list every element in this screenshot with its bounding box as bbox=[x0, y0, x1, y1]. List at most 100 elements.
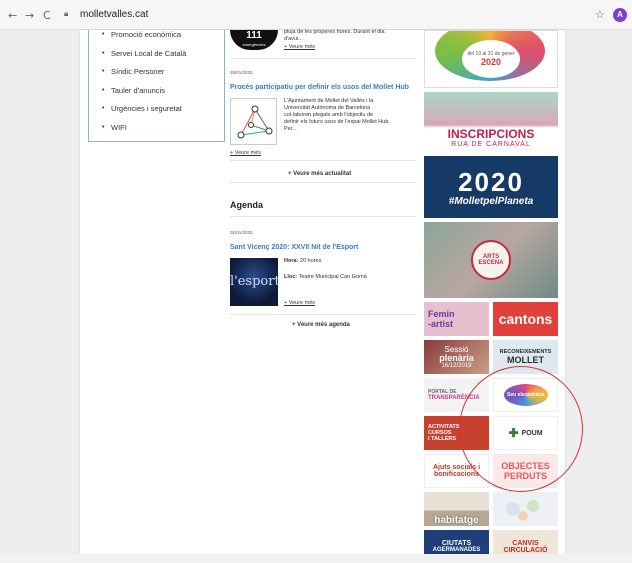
banner-objectes-perduts[interactable]: OBJECTES PERDUTS bbox=[493, 454, 558, 488]
banner-line: Femin bbox=[428, 309, 455, 319]
reload-icon[interactable]: C bbox=[43, 9, 51, 22]
excerpt-line: Universitat Autònoma de Barcelona bbox=[284, 105, 371, 111]
banner-feminartist[interactable]: Femin -artist bbox=[424, 302, 489, 336]
banner-mollet-pel-planeta[interactable]: 2020 #MolletpelPlaneta bbox=[424, 156, 558, 218]
banner-line: CANVIS bbox=[512, 539, 539, 547]
banner-line: I TALLERS bbox=[428, 436, 457, 442]
url-text: molletvalles.cat bbox=[80, 9, 149, 20]
banner-calendar-2020[interactable]: del 10 al 31 de gener 2020 bbox=[424, 30, 558, 88]
banner-seu-electronica[interactable]: Seu electrònica bbox=[493, 378, 558, 412]
sidebar-item-sindic[interactable]: • Síndic Personer bbox=[89, 67, 224, 86]
excerpt-line: Per... bbox=[284, 126, 297, 132]
banner-line: ESCENA bbox=[478, 260, 504, 266]
banner-reconeixements[interactable]: RECONEIXEMENTS MOLLET bbox=[493, 340, 558, 374]
read-more-link[interactable]: + Veure més bbox=[284, 44, 315, 50]
banner-cantons[interactable]: cantons bbox=[493, 302, 558, 336]
bullet-icon: • bbox=[102, 123, 105, 131]
back-icon[interactable]: ← bbox=[8, 9, 17, 22]
mollet-hub-thumbnail[interactable] bbox=[230, 98, 277, 145]
banner-line: Ajuts socials i bbox=[432, 464, 481, 471]
banner-line: OBJECTES bbox=[501, 461, 550, 471]
banner-line: CIUTATS bbox=[441, 540, 472, 547]
address-bar[interactable]: 🔒︎ molletvalles.cat bbox=[60, 6, 608, 25]
banner-activitats[interactable]: ACTIVITATS CURSOS I TALLERS bbox=[424, 416, 489, 450]
banner-line: 2020 bbox=[458, 166, 524, 197]
banner-network-illustration[interactable] bbox=[493, 492, 558, 526]
bullet-icon: • bbox=[102, 105, 105, 112]
banner-line: -artist bbox=[428, 319, 454, 329]
agenda-lloc: Lloc: Teatre Municipal Can Gomà bbox=[284, 274, 367, 281]
sidebar-item-label: WIFI bbox=[111, 122, 127, 132]
read-more-link[interactable]: + Veure més bbox=[230, 150, 261, 156]
banner-line: PERDUTS bbox=[503, 471, 547, 481]
arts-escena-logo: ARTS ESCENA bbox=[471, 240, 511, 280]
agenda-heading: Agenda bbox=[230, 200, 264, 210]
puzzle-icon: ✚ bbox=[508, 426, 519, 440]
more-agenda-button[interactable]: + Veure més agenda bbox=[292, 322, 350, 328]
seu-logo: Seu electrònica bbox=[503, 384, 548, 406]
banner-line: 2020 bbox=[480, 57, 502, 67]
banner-line: TRANSPARÈNCIA bbox=[428, 395, 480, 401]
banner-line: Seu electrònica bbox=[507, 392, 544, 398]
hora-value: 20 hores bbox=[299, 258, 322, 264]
banner-line: RUA DE CARNAVAL bbox=[451, 141, 531, 148]
banner-line: plenària bbox=[439, 352, 474, 363]
hora-label: Hora: bbox=[284, 258, 299, 264]
agenda-thumbnail[interactable]: l'esport bbox=[230, 258, 280, 306]
lloc-value: Teatre Municipal Can Gomà bbox=[298, 274, 367, 280]
people-network-icon bbox=[506, 500, 539, 521]
bullet-icon: • bbox=[102, 31, 105, 38]
emergencies-thumbnail[interactable]: 111 emergències bbox=[230, 30, 278, 50]
excerpt-line: L'Ajuntament de Mollet del Vallès i la bbox=[284, 98, 374, 104]
bullet-icon: • bbox=[102, 86, 105, 94]
page-content: • Promoció econòmica • Servei Local de Cat… bbox=[80, 29, 565, 563]
lock-icon: 🔒︎ bbox=[64, 9, 69, 18]
bullet-icon: • bbox=[102, 68, 105, 75]
excerpt-line: d'avui... bbox=[284, 36, 303, 42]
banner-line: POUM bbox=[521, 429, 543, 437]
sidebar-item-urgencies[interactable]: • Urgències i seguretat bbox=[89, 104, 224, 123]
sidebar-item-label: Síndic Personer bbox=[111, 67, 165, 76]
browser-toolbar: ← → C 🔒︎ molletvalles.cat ☆ A bbox=[0, 0, 632, 30]
excerpt-line: col·laboren plegats amb l'objectiu de bbox=[284, 112, 374, 118]
agenda-title-link[interactable]: Sant Vicenç 2020: XXVII Nit de l'Esport bbox=[230, 244, 358, 251]
forward-icon[interactable]: → bbox=[25, 9, 34, 22]
divider bbox=[230, 160, 416, 161]
divider bbox=[230, 182, 416, 183]
network-diagram-icon bbox=[237, 105, 273, 139]
more-news-button[interactable]: + Veure més actualitat bbox=[288, 171, 351, 177]
sidebar-item-label: Servei Local de Català bbox=[111, 48, 187, 58]
thumb-caption: emergències bbox=[242, 42, 266, 47]
sidebar-item-promocio[interactable]: • Promoció econòmica bbox=[89, 30, 224, 49]
profile-avatar[interactable]: A bbox=[613, 8, 627, 22]
divider bbox=[230, 314, 416, 315]
banner-poum[interactable]: ✚ POUM bbox=[493, 416, 558, 450]
news-excerpt: L'Ajuntament de Mollet del Vallès i la U… bbox=[284, 98, 390, 133]
banner-habitatge[interactable]: habitatge bbox=[424, 492, 489, 526]
lloc-label: Lloc: bbox=[284, 274, 298, 280]
bookmark-star-icon[interactable]: ☆ bbox=[595, 8, 605, 21]
banner-sessio-plenaria[interactable]: Sessió plenària 16/12/2019 bbox=[424, 340, 489, 374]
sidebar-item-label: Urgències i seguretat bbox=[111, 104, 182, 113]
bullet-icon: • bbox=[102, 49, 105, 57]
read-more-link[interactable]: + Veure més bbox=[284, 300, 315, 306]
news-title-link[interactable]: Procés participatiu per definir els usos… bbox=[230, 84, 409, 91]
excerpt-line: definir els futurs usos de l'espai Molle… bbox=[284, 119, 390, 125]
banner-line: #MolletpelPlaneta bbox=[448, 195, 534, 207]
sidebar-menu: • Promoció econòmica • Servei Local de Cat… bbox=[88, 30, 225, 142]
banner-line: AGERMANADES bbox=[432, 547, 481, 553]
agenda-hora: Hora: 20 hores bbox=[284, 258, 321, 265]
banner-carnaval[interactable]: INSCRIPCIONS RUA DE CARNAVAL bbox=[424, 92, 558, 152]
divider bbox=[230, 216, 416, 217]
sidebar-item-servei-catala[interactable]: • Servei Local de Català bbox=[89, 49, 224, 68]
banner-line: INSCRIPCIONS bbox=[447, 127, 535, 141]
sidebar-item-tauler[interactable]: • Tauler d'anuncis bbox=[89, 86, 224, 105]
divider bbox=[230, 58, 416, 59]
banner-ajuts-socials[interactable]: Ajuts socials i bonificacions bbox=[424, 454, 489, 488]
news-date: 20/01/2020 bbox=[230, 70, 253, 75]
news-excerpt: pluja de les properes hores. Durant el d… bbox=[284, 29, 385, 43]
sidebar-item-wifi[interactable]: • WIFI bbox=[89, 123, 224, 142]
banner-portal-transparencia[interactable]: PORTAL DE TRANSPARÈNCIA bbox=[424, 378, 489, 412]
banner-line: bonificacions bbox=[433, 471, 480, 478]
banner-arts-escena[interactable]: ARTS ESCENA bbox=[424, 222, 558, 298]
